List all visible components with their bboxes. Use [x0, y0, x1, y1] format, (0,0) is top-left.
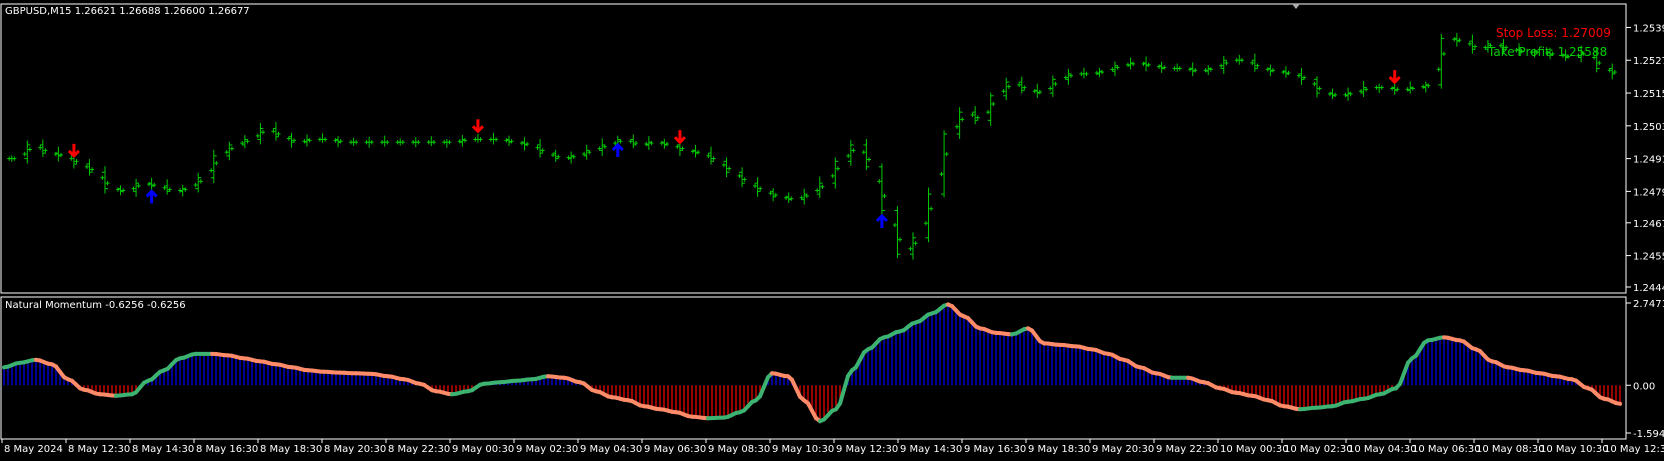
time-tick-label: 9 May 00:30: [452, 444, 514, 455]
indicator-tick-label: 2.7471: [1633, 299, 1664, 310]
time-tick-label: 8 May 16:30: [196, 444, 258, 455]
indicator-axis[interactable]: 2.7471 0.00 -1.5942: [1626, 299, 1664, 440]
price-tick-label: 1.25270: [1633, 56, 1664, 67]
time-tick-label: 8 May 18:30: [260, 444, 322, 455]
time-tick-label: 9 May 22:30: [1156, 444, 1218, 455]
price-tick-label: 1.24675: [1633, 219, 1664, 230]
price-tick-label: 1.24910: [1633, 155, 1664, 166]
price-tick-label: 1.25030: [1633, 122, 1664, 133]
price-tick-label: 1.24790: [1633, 187, 1664, 198]
time-tick-label: 10 May 00:30: [1220, 444, 1289, 455]
time-tick-label: 9 May 08:30: [708, 444, 770, 455]
time-axis[interactable]: 8 May 2024 8 May 12:30 8 May 14:30 8 May 16…: [1, 439, 1664, 455]
momentum-line-segment: [1614, 401, 1622, 406]
time-tick-label: 8 May 20:30: [324, 444, 386, 455]
time-tick-label: 9 May 14:30: [900, 444, 962, 455]
time-tick-label: 8 May 22:30: [388, 444, 450, 455]
time-tick-label: 9 May 04:30: [580, 444, 642, 455]
time-tick-label: 9 May 02:30: [516, 444, 578, 455]
time-tick-label: 9 May 20:30: [1092, 444, 1154, 455]
price-tick-label: 1.25390: [1633, 23, 1664, 34]
time-tick-label: 10 May 04:30: [1348, 444, 1417, 455]
indicator-pane-header: Natural Momentum -0.6256 -0.6256: [5, 300, 186, 311]
price-tick-label: 1.25150: [1633, 89, 1664, 100]
price-tick-label: 1.24555: [1633, 252, 1664, 263]
time-tick-label: 9 May 12:30: [836, 444, 898, 455]
time-tick-label: 10 May 02:30: [1284, 444, 1353, 455]
time-tick-label: 9 May 06:30: [644, 444, 706, 455]
price-tick-label: 1.24440: [1633, 283, 1664, 294]
indicator-tick-label: 0.00: [1633, 381, 1655, 392]
time-tick-label: 10 May 06:30: [1412, 444, 1481, 455]
time-tick-label: 10 May 12:30: [1604, 444, 1664, 455]
time-tick-label: 10 May 10:30: [1540, 444, 1609, 455]
time-tick-label: 9 May 16:30: [964, 444, 1026, 455]
price-pane[interactable]: [0, 3, 1627, 294]
trading-chart[interactable]: GBPUSD,M15 1.26621 1.26688 1.26600 1.266…: [0, 0, 1664, 461]
time-tick-label: 9 May 18:30: [1028, 444, 1090, 455]
price-pane-header: GBPUSD,M15 1.26621 1.26688 1.26600 1.266…: [5, 6, 250, 17]
time-tick-label: 9 May 10:30: [772, 444, 834, 455]
time-tick-label: 10 May 08:30: [1476, 444, 1545, 455]
time-tick-label: 8 May 2024: [4, 444, 63, 455]
take-profit-label: Take Profit: 1.25588: [1487, 45, 1607, 59]
price-axis[interactable]: 1.25390 1.25270 1.25150 1.25030 1.24910 1.247…: [1626, 23, 1664, 294]
time-tick-label: 8 May 12:30: [68, 444, 130, 455]
indicator-tick-label: -1.5942: [1633, 429, 1664, 440]
time-tick-label: 8 May 14:30: [132, 444, 194, 455]
stop-loss-label: Stop Loss: 1.27009: [1496, 26, 1611, 40]
